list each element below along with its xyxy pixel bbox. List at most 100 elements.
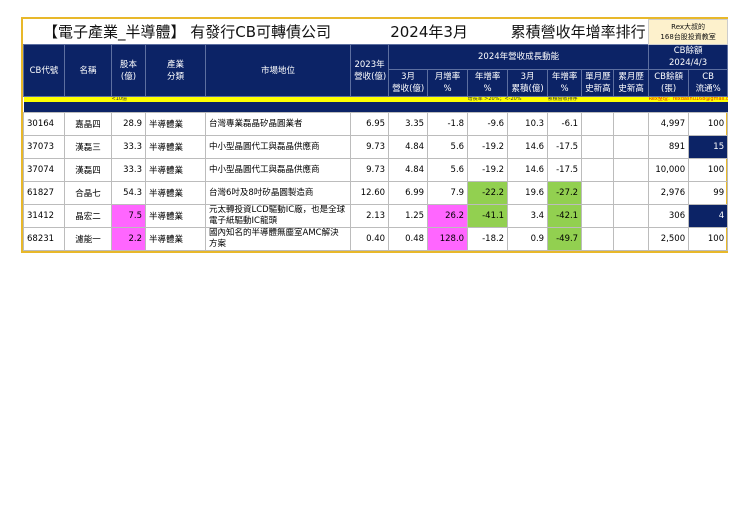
cell-cum-yoy: -49.7	[547, 227, 583, 251]
cell-cum-high	[613, 135, 650, 159]
cell-market: 中小型晶圓代工與磊晶供應商	[204, 158, 352, 182]
cell-cum-high	[613, 158, 650, 182]
cell-mom: 26.2	[427, 204, 469, 228]
cell-mom: 5.6	[427, 135, 469, 159]
col-cum: 3月 累積(億)	[507, 69, 549, 97]
cell-cum-high	[613, 227, 650, 251]
cell-cum-yoy: -27.2	[547, 181, 583, 205]
cell-market: 台灣6吋及8吋矽晶圓製造商	[204, 181, 352, 205]
cell-industry: 半導體業	[145, 135, 206, 159]
cell-code: 68231	[23, 227, 65, 251]
cell-industry: 半導體業	[145, 204, 206, 228]
cell-cum-yoy: -42.1	[547, 204, 583, 228]
cell-cb-float: 100	[688, 227, 729, 251]
cell-mom: 5.6	[427, 158, 469, 182]
cell-cum: 10.3	[507, 112, 549, 136]
cell-mar-rev: 4.84	[388, 158, 429, 182]
cell-cb-float: 4	[688, 204, 729, 228]
cell-market: 元太轉投資LCD驅動IC廠，也是全球電子紙驅動IC龍頭	[204, 204, 352, 228]
cell-cb-bal: 4,997	[648, 112, 690, 136]
cell-cb-float: 100	[688, 112, 729, 136]
cell-market: 台灣專業磊晶矽晶圓業者	[204, 112, 352, 136]
cell-single-high	[581, 181, 615, 205]
cell-cb-bal: 10,000	[648, 158, 690, 182]
cell-cum-yoy: -17.5	[547, 158, 583, 182]
sheet-ranking-title: 累積營收年增率排行	[510, 23, 646, 42]
cell-mar-rev: 6.99	[388, 181, 429, 205]
sheet-title: 【電子產業_半導體】 有發行CB可轉債公司	[43, 23, 332, 42]
cell-cb-bal: 2,500	[648, 227, 690, 251]
cell-single-high	[581, 135, 615, 159]
cell-rev2023: 0.40	[350, 227, 390, 251]
col-cb-float: CB 流通%	[688, 69, 729, 97]
cell-cum: 14.6	[507, 158, 549, 182]
cell-name: 嘉晶四	[64, 112, 112, 136]
cell-mar-rev: 1.25	[388, 204, 429, 228]
note-contact: Rex整理：rexdashu168@gmail.com	[648, 96, 728, 102]
cell-industry: 半導體業	[145, 227, 206, 251]
cell-code: 37073	[23, 135, 65, 159]
col-name: 名稱	[64, 44, 112, 97]
cell-market: 國內知名的半導體無塵室AMC解決方案	[204, 227, 352, 251]
table-row: 68231 濾能一 2.2 半導體業 國內知名的半導體無塵室AMC解決方案 0.40 0.4…	[23, 227, 729, 251]
cell-rev2023: 9.73	[350, 158, 390, 182]
cell-name: 晶宏二	[64, 204, 112, 228]
cell-cb-bal: 891	[648, 135, 690, 159]
col-industry: 產業 分類	[145, 44, 206, 97]
sheet-period: 2024年3月	[390, 23, 468, 42]
col-capital: 股本 (億)	[111, 44, 146, 97]
cell-mar-rev: 0.48	[388, 227, 429, 251]
author-badge: Rex大叔的 168台股投資教室	[648, 19, 729, 45]
cell-code: 37074	[23, 158, 65, 182]
cell-single-high	[581, 112, 615, 136]
cb-ranking-sheet: 【電子產業_半導體】 有發行CB可轉債公司 2024年3月 累積營收年增率排行 …	[21, 17, 729, 253]
cell-cum-high	[613, 204, 650, 228]
cell-single-high	[581, 227, 615, 251]
table-row: 61827 合晶七 54.3 半導體業 台灣6吋及8吋矽晶圓製造商 12.60 6.99 7.…	[23, 181, 729, 205]
cell-name: 漢磊三	[64, 135, 112, 159]
ranking-table: 【電子產業_半導體】 有發行CB可轉債公司 2024年3月 累積營收年增率排行 …	[23, 19, 729, 251]
badge-line2: 168台股投資教室	[660, 33, 716, 41]
col-cb-code: CB代號	[23, 44, 65, 97]
cell-rev2023: 9.73	[350, 135, 390, 159]
cell-single-high	[581, 204, 615, 228]
col-mom: 月增率%	[427, 69, 469, 97]
col-growth-group: 2024年營收成長動能	[388, 44, 650, 70]
cell-name: 合晶七	[64, 181, 112, 205]
cell-code: 30164	[23, 112, 65, 136]
cell-cum: 3.4	[507, 204, 549, 228]
cell-cum-yoy: -17.5	[547, 135, 583, 159]
cell-mar-rev: 3.35	[388, 112, 429, 136]
table-row: 31412 晶宏二 7.5 半導體業 元太轉投資LCD驅動IC廠，也是全球電子紙驅動IC…	[23, 204, 729, 228]
cell-capital: 28.9	[111, 112, 146, 136]
cell-cum: 14.6	[507, 135, 549, 159]
cell-mar-rev: 4.84	[388, 135, 429, 159]
badge-line1: Rex大叔的	[671, 23, 706, 31]
cell-yoy: -19.2	[467, 135, 509, 159]
table-row: 37073 漢磊三 33.3 半導體業 中小型晶圓代工與磊晶供應商 9.73 4.84 5.6…	[23, 135, 729, 159]
col-single-high: 單月歷 史新高	[581, 69, 615, 97]
col-cb-group: CB餘額 2024/4/3	[648, 44, 729, 70]
cell-cb-float: 99	[688, 181, 729, 205]
cell-mom: -1.8	[427, 112, 469, 136]
cell-cum-yoy: -6.1	[547, 112, 583, 136]
cell-capital: 54.3	[111, 181, 146, 205]
cell-cum: 0.9	[507, 227, 549, 251]
cell-market: 中小型晶圓代工與磊晶供應商	[204, 135, 352, 159]
cell-yoy: -9.6	[467, 112, 509, 136]
cell-capital: 33.3	[111, 158, 146, 182]
cell-yoy: -19.2	[467, 158, 509, 182]
cell-mom: 128.0	[427, 227, 469, 251]
cell-cb-bal: 306	[648, 204, 690, 228]
cell-capital: 2.2	[111, 227, 146, 251]
cell-single-high	[581, 158, 615, 182]
cell-industry: 半導體業	[145, 158, 206, 182]
cell-rev2023: 6.95	[350, 112, 390, 136]
cell-name: 濾能一	[64, 227, 112, 251]
cell-code: 61827	[23, 181, 65, 205]
cell-rev2023: 12.60	[350, 181, 390, 205]
col-market: 市場地位	[204, 44, 352, 97]
cell-mom: 7.9	[427, 181, 469, 205]
cell-cb-float: 100	[688, 158, 729, 182]
cell-cum: 19.6	[507, 181, 549, 205]
